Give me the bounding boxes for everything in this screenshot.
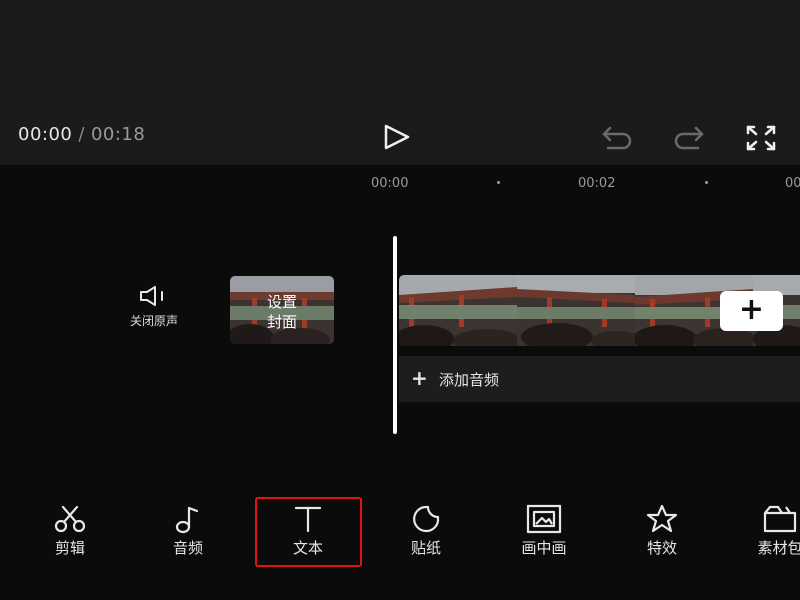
time-separator: / (78, 124, 85, 145)
ruler-mark-1: 00:02 (578, 176, 616, 191)
tool-pip-label: 画中画 (521, 539, 567, 557)
ruler-tick (705, 181, 708, 184)
tool-pip[interactable]: 画中画 (496, 503, 592, 558)
ruler-mark-2: 00 (785, 176, 800, 191)
ruler-mark-0: 00:00 (371, 176, 409, 191)
material-pack-icon (763, 505, 797, 533)
clip-frame (399, 275, 518, 346)
picture-in-picture-icon (526, 504, 562, 534)
text-tool-highlight-box (255, 497, 362, 567)
time-display: 00:00/00:18 (18, 124, 145, 145)
cover-label-line2: 封面 (266, 313, 297, 331)
clip-frame-image (399, 275, 517, 346)
music-note-icon (175, 506, 199, 534)
add-audio-button[interactable]: + 添加音频 (399, 356, 800, 402)
add-clip-button[interactable]: + (720, 291, 783, 331)
star-effect-icon (646, 504, 678, 533)
ruler-tick (497, 181, 500, 184)
tool-edit[interactable]: 剪辑 (22, 503, 118, 558)
speaker-icon (140, 286, 163, 306)
mute-original-button[interactable]: 关闭原声 (112, 284, 196, 329)
undo-icon[interactable] (600, 124, 634, 150)
tool-sticker-label: 贴纸 (410, 539, 441, 557)
tool-effects-label: 特效 (646, 539, 677, 557)
tool-material-pack-label: 素材包 (757, 539, 800, 557)
tool-audio-label: 音频 (172, 539, 203, 557)
tool-material-pack[interactable]: 素材包 (735, 503, 800, 558)
tool-audio[interactable]: 音频 (140, 503, 236, 558)
tool-sticker[interactable]: 贴纸 (378, 503, 474, 558)
scissors-icon (54, 505, 86, 533)
add-audio-plus-icon: + (411, 366, 428, 390)
tool-effects[interactable]: 特效 (614, 503, 710, 558)
clip-frame (517, 275, 636, 346)
add-audio-label: 添加音频 (439, 371, 500, 389)
sticker-icon (413, 505, 440, 533)
play-icon[interactable] (382, 123, 412, 151)
current-time: 00:00 (18, 124, 73, 145)
cover-label-line1: 设置 (266, 293, 297, 311)
set-cover-button[interactable]: 设置 封面 (230, 276, 334, 344)
total-time: 00:18 (90, 124, 146, 145)
clip-frame-image (517, 275, 635, 346)
playhead[interactable] (393, 236, 397, 434)
fullscreen-icon[interactable] (745, 124, 777, 152)
redo-icon[interactable] (672, 124, 706, 150)
tool-edit-label: 剪辑 (54, 539, 85, 557)
mute-original-label: 关闭原声 (129, 314, 178, 328)
